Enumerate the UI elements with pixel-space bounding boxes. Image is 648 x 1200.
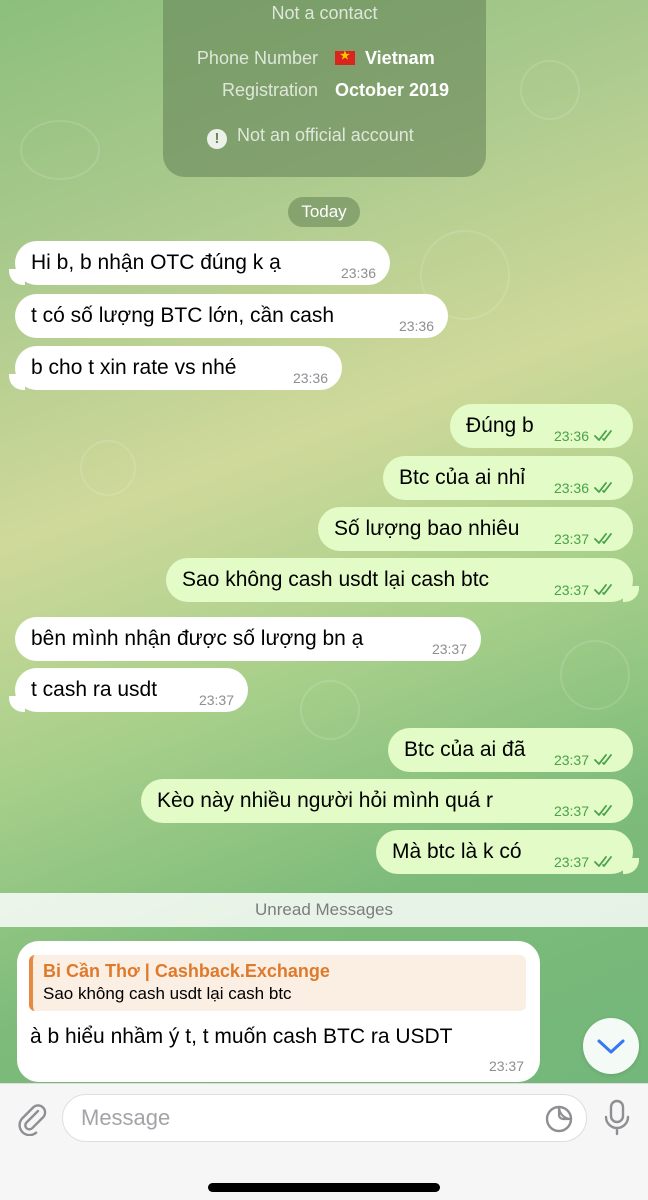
message-bubble-incoming[interactable]: t có số lượng BTC lớn, cần cash 23:36 [15, 294, 448, 338]
message-bubble-incoming[interactable]: bên mình nhận được số lượng bn ạ 23:37 [15, 617, 481, 661]
message-text: t cash ra usdt [31, 678, 158, 701]
message-text: Đúng b [466, 414, 534, 437]
double-check-icon [594, 754, 612, 765]
not-contact-label: Not a contact [271, 3, 378, 23]
message-bubble-outgoing[interactable]: Kèo này nhiều người hỏi mình quá r 23:37 [141, 779, 633, 823]
official-status-text: Not an official account [237, 125, 414, 145]
date-separator: Today [288, 197, 360, 227]
voice-record-button[interactable] [600, 1098, 634, 1138]
double-check-icon [594, 805, 612, 816]
message-bubble-incoming[interactable]: Hi b, b nhận OTC đúng k ạ 23:36 [9, 241, 390, 285]
message-bubble-outgoing[interactable]: Số lượng bao nhiêu 23:37 [318, 507, 633, 551]
message-text: bên mình nhận được số lượng bn ạ [31, 627, 364, 650]
message-time: 23:36 [292, 370, 328, 386]
message-time: 23:37 [198, 692, 234, 708]
registration-value: October 2019 [335, 80, 450, 100]
message-text: Số lượng bao nhiêu [334, 517, 520, 540]
wallpaper-doodle [20, 120, 100, 180]
message-time: 23:37 [431, 641, 467, 657]
message-time: 23:37 [553, 752, 589, 768]
reply-message-bubble[interactable]: Bi Cần Thơ | Cashback.Exchange Sao không… [17, 941, 540, 1082]
double-check-icon [594, 430, 612, 441]
exclamation-icon: ! [207, 129, 227, 149]
registration-label: Registration [221, 80, 318, 100]
message-text: à b hiểu nhầm ý t, t muốn cash BTC ra US… [30, 1025, 453, 1048]
country-name: Vietnam [365, 48, 435, 68]
sticker-icon [545, 1105, 573, 1133]
quoted-message[interactable]: Bi Cần Thơ | Cashback.Exchange Sao không… [29, 955, 526, 1011]
double-check-icon [594, 856, 612, 867]
message-time: 23:36 [398, 318, 434, 334]
phone-number-value: Vietnam [335, 48, 435, 69]
wallpaper-doodle [560, 640, 630, 710]
message-bubble-outgoing[interactable]: Btc của ai nhỉ 23:36 [383, 456, 633, 500]
message-input[interactable] [81, 1095, 531, 1141]
home-indicator [208, 1183, 440, 1192]
message-field[interactable] [62, 1094, 587, 1142]
vietnam-flag-icon [335, 49, 355, 65]
quoted-sender-name: Bi Cần Thơ | Cashback.Exchange [43, 961, 330, 981]
official-status: ! Not an official account [207, 125, 414, 149]
scroll-to-bottom-button[interactable] [583, 1018, 639, 1074]
message-bubble-outgoing[interactable]: Mà btc là k có 23:37 [376, 830, 639, 874]
quoted-text: Sao không cash usdt lại cash btc [43, 984, 292, 1003]
message-text: Sao không cash usdt lại cash btc [182, 568, 490, 591]
message-bubble-incoming[interactable]: t cash ra usdt 23:37 [9, 668, 248, 712]
phone-number-label: Phone Number [196, 48, 318, 68]
message-text: Hi b, b nhận OTC đúng k ạ [31, 251, 281, 274]
unread-messages-separator: Unread Messages [0, 893, 648, 927]
message-time: 23:36 [340, 265, 376, 281]
paperclip-icon [18, 1104, 47, 1137]
message-time: 23:36 [553, 428, 589, 444]
message-text: Btc của ai nhỉ [399, 466, 526, 489]
wallpaper-doodle [80, 440, 136, 496]
double-check-icon [594, 482, 612, 493]
message-time: 23:37 [553, 582, 589, 598]
wallpaper-doodle [520, 60, 580, 120]
sticker-button[interactable] [543, 1103, 575, 1135]
message-text: Btc của ai đã [404, 738, 526, 761]
wallpaper-doodle [300, 680, 360, 740]
message-text: b cho t xin rate vs nhé [31, 356, 237, 379]
message-bubble-outgoing[interactable]: Btc của ai đã 23:37 [388, 728, 633, 772]
contact-info-card: Not a contact Phone Number Vietnam Regis… [163, 0, 486, 177]
message-time: 23:37 [553, 531, 589, 547]
double-check-icon [594, 533, 612, 544]
message-bubble-outgoing[interactable]: Sao không cash usdt lại cash btc 23:37 [166, 558, 639, 602]
message-time: 23:37 [553, 803, 589, 819]
microphone-icon [604, 1099, 630, 1136]
message-text: Mà btc là k có [392, 840, 522, 863]
attach-button[interactable] [14, 1100, 50, 1137]
message-bubble-outgoing[interactable]: Đúng b 23:36 [450, 404, 633, 448]
message-text: Kèo này nhiều người hỏi mình quá r [157, 789, 494, 812]
chevron-down-icon [597, 1039, 625, 1054]
message-bubble-incoming[interactable]: b cho t xin rate vs nhé 23:36 [9, 346, 342, 390]
message-text: t có số lượng BTC lớn, cần cash [31, 304, 335, 327]
message-time: 23:37 [553, 854, 589, 870]
message-time: 23:37 [488, 1058, 524, 1074]
message-time: 23:36 [553, 480, 589, 496]
double-check-icon [594, 584, 612, 595]
